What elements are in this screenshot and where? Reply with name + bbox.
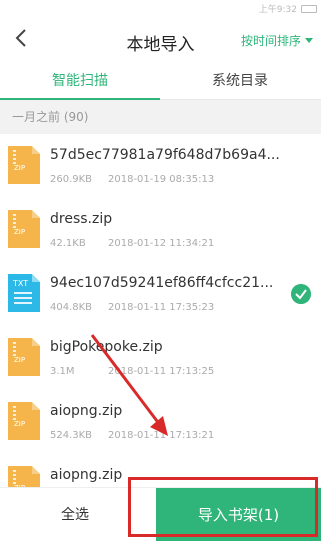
- file-date: 2018-01-11 17:13:25: [108, 366, 215, 377]
- status-time: 上午9:32: [258, 5, 297, 15]
- txt-file-icon: TXT: [8, 274, 40, 312]
- zip-file-icon: ZIP: [8, 146, 40, 184]
- file-size: 3.1M: [50, 366, 75, 377]
- file-date: 2018-01-19 08:35:13: [108, 174, 215, 185]
- tab-bar: 智能扫描 系统目录: [0, 64, 321, 100]
- list-item[interactable]: ZIP aiopng.zip 524.3KB 2018-01-11 17:13:…: [0, 390, 321, 454]
- zip-file-icon: ZIP: [8, 402, 40, 440]
- section-header: 一月之前 (90): [0, 100, 321, 134]
- chevron-down-icon: [305, 38, 313, 43]
- sort-label: 按时间排序: [240, 34, 301, 48]
- tab-smart-scan[interactable]: 智能扫描: [0, 64, 160, 100]
- check-icon[interactable]: [291, 284, 311, 304]
- zip-file-icon: ZIP: [8, 210, 40, 248]
- status-indicators: 上午9:32: [259, 2, 317, 15]
- file-name: aiopng.zip: [50, 403, 123, 419]
- import-to-bookshelf-button[interactable]: 导入书架(1): [156, 488, 321, 541]
- file-size: 260.9KB: [50, 174, 93, 185]
- file-name: aiopng.zip: [50, 467, 123, 483]
- bottom-bar: 全选 导入书架(1): [0, 487, 321, 541]
- header: 本地导入 按时间排序: [0, 18, 321, 64]
- file-name: bigPokepoke.zip: [50, 339, 163, 355]
- file-name: 57d5ec77981a79f648d7b69a4...: [50, 147, 280, 163]
- file-date: 2018-01-11 17:13:21: [108, 430, 215, 441]
- list-item[interactable]: TXT 94ec107d59241ef86ff4cfcc21... 404.8K…: [0, 262, 321, 326]
- sort-dropdown[interactable]: 按时间排序: [241, 32, 313, 49]
- file-size: 404.8KB: [50, 302, 93, 313]
- zip-file-icon: ZIP: [8, 338, 40, 376]
- select-all-button[interactable]: 全选: [0, 488, 150, 541]
- file-date: 2018-01-11 17:35:23: [108, 302, 215, 313]
- file-date: 2018-01-12 11:34:21: [108, 238, 215, 249]
- file-size: 42.1KB: [50, 238, 86, 249]
- battery-icon: [301, 4, 317, 13]
- list-item[interactable]: ZIP dress.zip 42.1KB 2018-01-12 11:34:21: [0, 198, 321, 262]
- tab-system-directory[interactable]: 系统目录: [160, 64, 320, 100]
- file-name: 94ec107d59241ef86ff4cfcc21...: [50, 275, 274, 291]
- list-item[interactable]: ZIP 57d5ec77981a79f648d7b69a4... 260.9KB…: [0, 134, 321, 198]
- file-size: 524.3KB: [50, 430, 93, 441]
- list-item[interactable]: ZIP bigPokepoke.zip 3.1M 2018-01-11 17:1…: [0, 326, 321, 390]
- file-name: dress.zip: [50, 211, 113, 227]
- status-bar: 上午9:32: [0, 0, 321, 18]
